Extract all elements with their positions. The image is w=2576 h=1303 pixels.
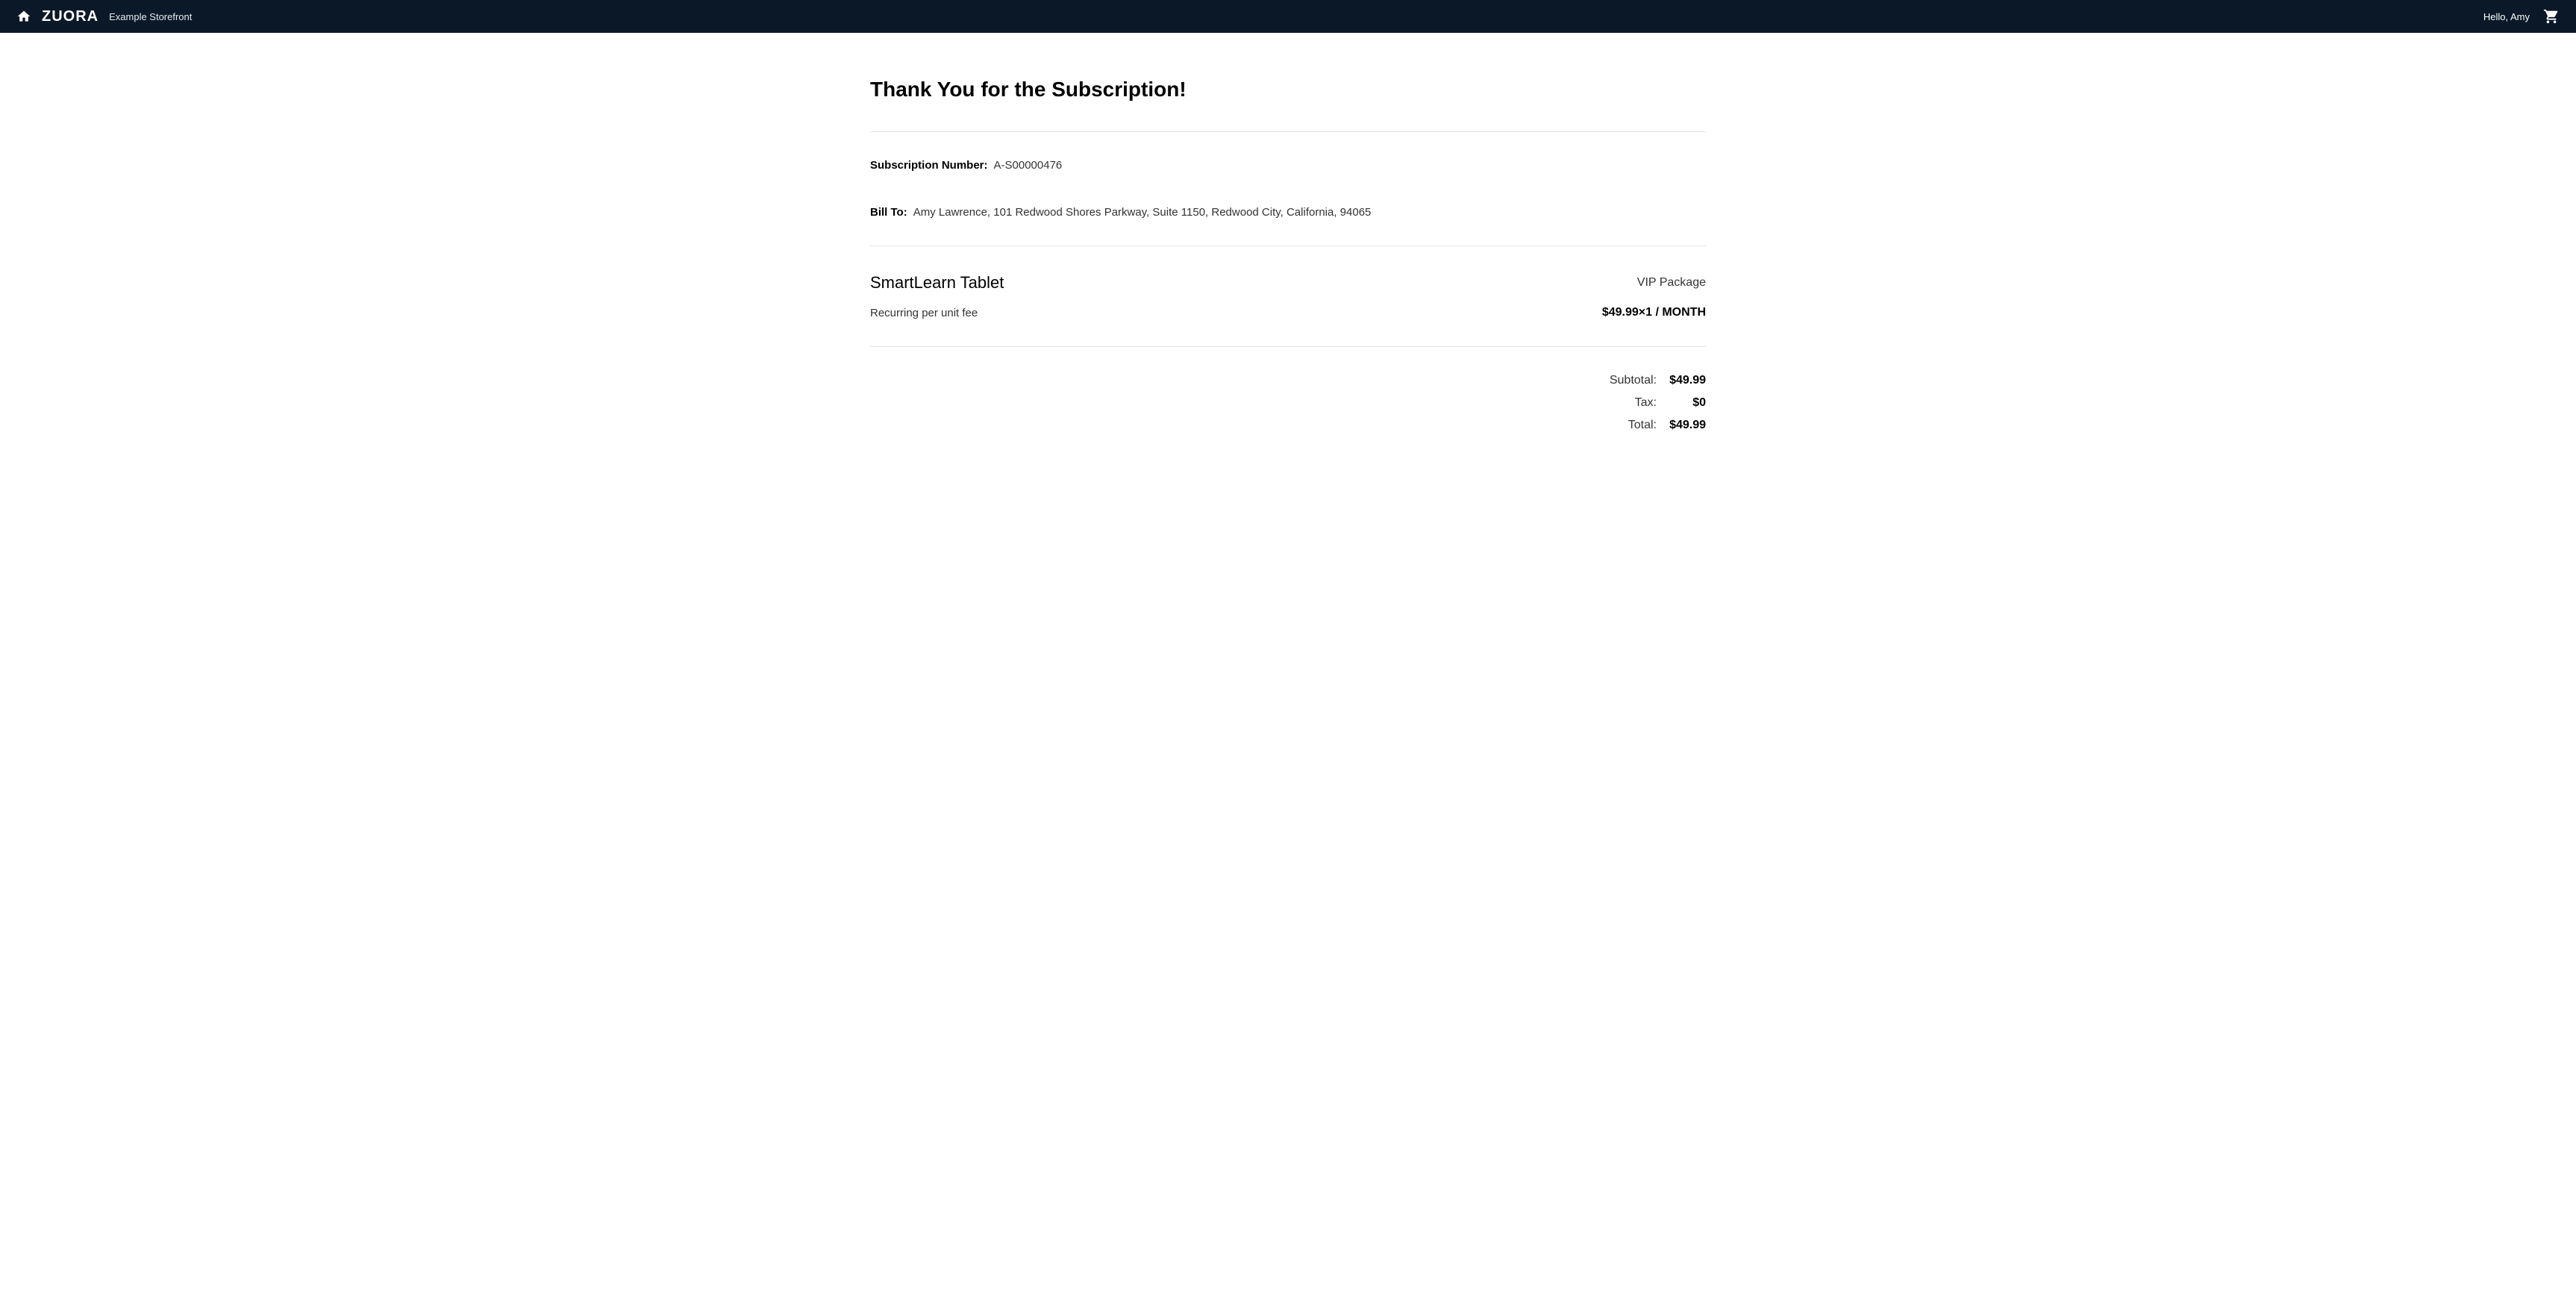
product-package: VIP Package	[1637, 276, 1706, 290]
tax-label: Tax:	[1635, 396, 1657, 410]
total-label: Total:	[1628, 419, 1657, 432]
home-icon[interactable]	[16, 9, 31, 24]
storefront-label: Example Storefront	[109, 11, 192, 22]
header-left: ZUORA Example Storefront	[16, 8, 192, 25]
total-row: Total: $49.99	[1628, 419, 1706, 432]
fee-type: Recurring per unit fee	[870, 307, 978, 319]
product-header: SmartLearn Tablet VIP Package	[870, 273, 1706, 293]
user-greeting: Hello, Amy	[2483, 11, 2530, 22]
product-fee-row: Recurring per unit fee $49.99×1 / MONTH	[870, 306, 1706, 319]
tax-row: Tax: $0	[1635, 396, 1706, 410]
cart-icon[interactable]	[2543, 8, 2560, 25]
header-right: Hello, Amy	[2483, 8, 2560, 25]
fee-amount: $49.99×1 / MONTH	[1602, 306, 1706, 319]
main-content: Thank You for the Subscription! Subscrip…	[870, 33, 1706, 459]
page-title: Thank You for the Subscription!	[870, 78, 1706, 101]
subscription-number-value: A-S00000476	[994, 159, 1063, 172]
subtotal-label: Subtotal:	[1610, 374, 1657, 387]
tax-value: $0	[1669, 396, 1706, 410]
total-value: $49.99	[1669, 419, 1706, 432]
subtotal-value: $49.99	[1669, 374, 1706, 387]
app-header: ZUORA Example Storefront Hello, Amy	[0, 0, 2576, 33]
bill-to-row: Bill To: Amy Lawrence, 101 Redwood Shore…	[870, 206, 1706, 219]
subscription-number-row: Subscription Number: A-S00000476	[870, 159, 1706, 172]
bill-to-value: Amy Lawrence, 101 Redwood Shores Parkway…	[913, 206, 1372, 219]
subtotal-row: Subtotal: $49.99	[1610, 374, 1706, 387]
brand-logo[interactable]: ZUORA	[42, 8, 99, 25]
product-section: SmartLearn Tablet VIP Package Recurring …	[870, 246, 1706, 347]
app-wrapper: ZUORA Example Storefront Hello, Amy Than…	[0, 0, 2576, 1303]
product-name: SmartLearn Tablet	[870, 273, 1004, 293]
totals-section: Subtotal: $49.99 Tax: $0 Total: $49.99	[870, 347, 1706, 459]
bill-to-label: Bill To:	[870, 206, 907, 219]
subscription-info-section: Subscription Number: A-S00000476 Bill To…	[870, 132, 1706, 246]
subscription-number-label: Subscription Number:	[870, 159, 988, 172]
